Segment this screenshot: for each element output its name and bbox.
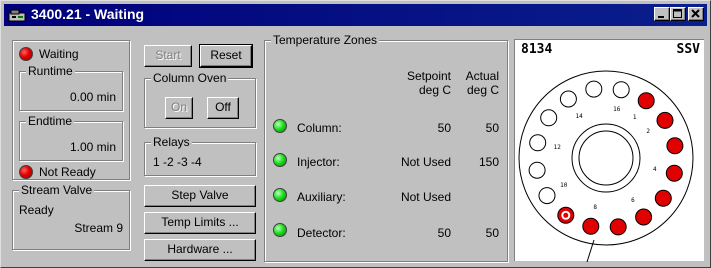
status-group: Waiting Runtime 0.00 min Endtime 1.00 mi…	[12, 40, 130, 180]
close-button[interactable]	[688, 7, 704, 21]
stream-port-6[interactable]	[635, 208, 653, 226]
injector-zone-setpoint: Not Used	[400, 155, 451, 169]
stream-port-15[interactable]	[585, 80, 603, 98]
injector-zone-led	[273, 153, 287, 167]
not-ready-label: Not Ready	[39, 165, 96, 179]
relays-group: Relays 1 -2 -3 -4	[144, 135, 256, 176]
detector-zone-actual: 50	[485, 226, 499, 240]
stream-valve-state: Ready	[19, 203, 54, 217]
not-ready-led	[19, 165, 33, 179]
minimize-button[interactable]	[654, 7, 670, 21]
runtime-group: Runtime 0.00 min	[19, 64, 123, 111]
stream-port-1[interactable]	[637, 92, 655, 110]
minimize-icon	[658, 16, 664, 18]
client-area: Waiting Runtime 0.00 min Endtime 1.00 mi…	[4, 28, 707, 264]
oven-off-button[interactable]: Off	[207, 97, 239, 119]
column-zone-led	[273, 119, 287, 133]
stream-port-14[interactable]	[559, 90, 577, 108]
endtime-group: Endtime 1.00 min	[19, 114, 123, 161]
stream-port-5[interactable]	[654, 189, 672, 207]
hardware-button[interactable]: Hardware ...	[144, 239, 256, 261]
stream-port-11[interactable]	[528, 161, 546, 179]
stream-port-16[interactable]	[612, 81, 630, 99]
auxiliary-zone-setpoint: Not Used	[400, 190, 451, 204]
column-oven-label: Column Oven	[151, 71, 229, 85]
port-label-1: 1	[633, 114, 637, 121]
instrument-icon	[8, 7, 26, 23]
reset-button[interactable]: Reset	[199, 44, 253, 68]
runtime-value: 0.00 min	[69, 90, 116, 104]
stream-port-13[interactable]	[540, 109, 558, 127]
port-label-12: 12	[554, 144, 562, 151]
start-button[interactable]: Start	[144, 45, 192, 67]
stream-valve-label: Stream Valve	[19, 183, 95, 197]
stream-port-10[interactable]	[538, 187, 556, 205]
injector-zone-name: Injector:	[297, 155, 340, 169]
endtime-label: Endtime	[26, 114, 75, 128]
stream-port-7[interactable]	[609, 218, 627, 236]
status-state-label: Waiting	[39, 47, 79, 61]
detector-zone-setpoint: 50	[437, 226, 451, 240]
actual-unit-header: deg C	[466, 83, 499, 97]
setpoint-header: Setpoint	[406, 69, 451, 83]
stream-port-2[interactable]	[656, 111, 674, 129]
window-title: 3400.21 - Waiting	[31, 6, 145, 22]
valve-diagram: 1246810121416	[518, 70, 694, 262]
port-label-14: 14	[575, 113, 583, 120]
maximize-button[interactable]	[670, 7, 686, 21]
temp-limits-button[interactable]: Temp Limits ...	[144, 212, 256, 234]
waiting-status-led	[19, 47, 33, 61]
port-label-16: 16	[613, 106, 621, 113]
temperature-zones-label: Temperature Zones	[271, 33, 380, 47]
stream-port-12[interactable]	[529, 134, 547, 152]
stream-valve-group: Stream Valve Ready Stream 9	[12, 183, 130, 250]
relays-label: Relays	[151, 135, 192, 149]
column-zone-name: Column:	[297, 121, 342, 135]
stream-port-3[interactable]	[666, 137, 684, 155]
column-zone-actual: 50	[485, 121, 499, 135]
setpoint-unit-header: deg C	[418, 83, 451, 97]
maximize-icon	[673, 9, 682, 18]
stream-valve-stream: Stream 9	[74, 221, 123, 235]
auxiliary-zone-led	[273, 188, 287, 202]
column-zone-setpoint: 50	[437, 121, 451, 135]
relays-values: 1 -2 -3 -4	[153, 155, 202, 169]
current-port-dot	[563, 212, 569, 218]
runtime-label: Runtime	[26, 64, 75, 78]
port-label-2: 2	[646, 128, 650, 135]
title-bar[interactable]: 3400.21 - Waiting	[4, 4, 707, 26]
port-label-4: 4	[653, 166, 657, 173]
column-oven-group: Column Oven On Off	[144, 71, 256, 128]
auxiliary-zone-name: Auxiliary:	[297, 190, 346, 204]
valve-carousel-panel[interactable]: 8134 SSV 1 2 4 6 8 10 12 14 16	[514, 39, 704, 262]
stream-port-8[interactable]	[582, 217, 600, 235]
detector-zone-name: Detector:	[297, 226, 346, 240]
port-label-10: 10	[560, 182, 568, 189]
actual-header: Actual	[465, 69, 499, 83]
oven-on-button[interactable]: On	[165, 97, 193, 119]
endtime-value: 1.00 min	[69, 140, 116, 154]
temperature-zones-group: Temperature Zones Setpoint deg C Actual …	[264, 33, 508, 262]
stream-port-4[interactable]	[665, 164, 683, 182]
injector-zone-actual: 150	[478, 155, 499, 169]
step-valve-button[interactable]: Step Valve	[144, 185, 256, 207]
detector-zone-led	[273, 223, 287, 237]
port-label-6: 6	[631, 197, 635, 204]
instrument-window: 3400.21 - Waiting Waiting Runtime 0.00 m…	[0, 0, 711, 268]
close-icon	[691, 9, 700, 18]
port-label-8: 8	[593, 204, 597, 211]
